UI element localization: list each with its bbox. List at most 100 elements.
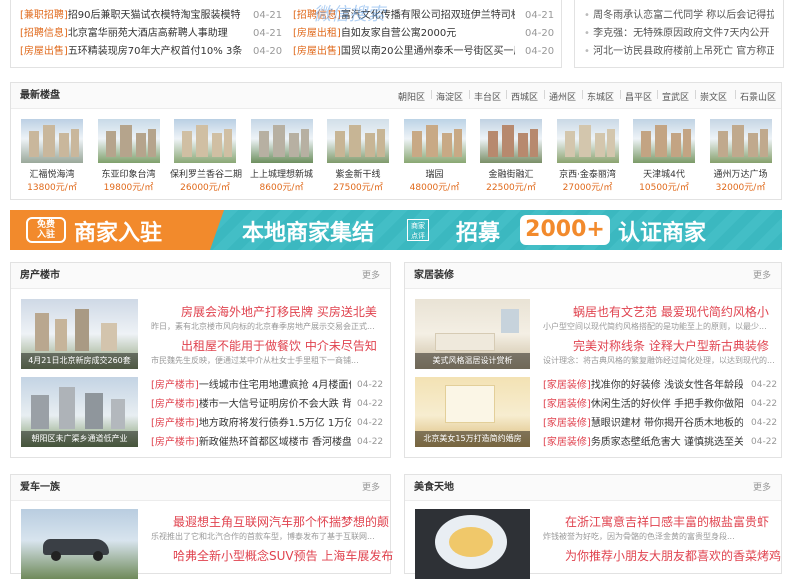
row-title: 休闲生活的好伙伴 手把手教你做阳台 xyxy=(590,399,743,410)
row-title: 一线城市住宅用地遭疯抢 4月楼面价溢 xyxy=(198,380,351,391)
watermark: 微信搜索 xyxy=(313,4,385,25)
building-shape xyxy=(441,133,452,157)
news-image[interactable]: 4月21日北京新房成交260套 xyxy=(21,299,138,369)
district-link[interactable]: 海淀区 xyxy=(436,90,463,103)
news-item[interactable]: [招聘信息]北京富华丽苑大酒店高薪聘人事助理 xyxy=(20,25,242,43)
building-shape xyxy=(182,131,192,157)
news-item[interactable]: [兼职招聘]招90后兼职天猫试衣模特淘宝服装模特 xyxy=(20,7,242,25)
hot-news-item[interactable]: • 周冬雨承认恋富二代同学 称以后会记得拉 xyxy=(584,7,774,25)
property-image[interactable] xyxy=(709,119,772,163)
seal-top: 商家 xyxy=(411,222,425,230)
row-title: 慧眼识建材 带你揭开谷质木地板的猫 xyxy=(590,418,743,429)
building-shape xyxy=(453,129,462,157)
property-image[interactable] xyxy=(480,119,542,163)
district-link[interactable]: 宣武区 xyxy=(662,90,689,103)
more-link[interactable]: 更多 xyxy=(753,475,771,501)
property-name[interactable]: 紫金新干线 xyxy=(323,167,393,180)
hot-news-item[interactable]: • 河北一访民县政府楼前上吊死亡 官方称正 xyxy=(584,43,774,61)
news-image[interactable]: 朝阳区未广渠乡通道低产业 xyxy=(21,377,138,447)
property-name[interactable]: 天津城4代 xyxy=(629,167,699,180)
district-link[interactable]: 石景山区 xyxy=(740,90,776,103)
more-link[interactable]: 更多 xyxy=(753,263,771,289)
headline-link[interactable]: 蜗居也有文艺范 最爱现代简约风格小 xyxy=(573,303,769,320)
news-date: 04-21 xyxy=(253,10,283,21)
more-link[interactable]: 更多 xyxy=(362,263,380,289)
headline-link[interactable]: 房展会海外地产打移民牌 买房送北美 xyxy=(181,303,377,320)
property-image[interactable] xyxy=(97,119,160,163)
news-image[interactable]: 北京美女15万打造简约婚房 xyxy=(415,377,530,447)
building-shape xyxy=(59,133,69,157)
building-shape xyxy=(75,309,89,351)
building-shape xyxy=(365,133,375,157)
building-shape xyxy=(655,125,667,157)
news-item[interactable]: [房屋出售]五环精装现房70年大产权首付10% 3条地铁 xyxy=(20,43,242,61)
building-shape xyxy=(411,131,422,157)
news-title: 招90后兼职天猫试衣模特淘宝服装模特 xyxy=(67,10,241,21)
building-shape xyxy=(196,125,208,157)
home-decor-panel: 家居装修 更多 美式风格温居设计赏析 北京美女15万打造简约婚房 蜗居也有文艺范 … xyxy=(404,262,782,458)
property-name[interactable]: 汇福悦海湾 xyxy=(17,167,87,180)
property-name[interactable]: 京西·金泰丽湾 xyxy=(553,167,623,180)
news-row[interactable]: [房产楼市]楼市一大信号证明房价不会大跌 背后 xyxy=(151,396,351,413)
hot-news-item[interactable]: • 李克强：无特殊原因政府文件7天内公开 xyxy=(584,25,774,43)
news-row[interactable]: [房产楼市]一线城市住宅用地遭疯抢 4月楼面价溢 xyxy=(151,377,351,394)
district-link[interactable]: 崇文区 xyxy=(700,90,727,103)
headline-link[interactable]: 哈弗全新小型概念SUV预告 上海车展发布 xyxy=(173,547,393,564)
news-item[interactable]: [房屋出租]自如友家自营公寓2000元 xyxy=(293,25,515,43)
news-row[interactable]: [房产楼市]地方政府将发行债券1.5万亿 1万亿为 xyxy=(151,415,351,432)
property-image[interactable] xyxy=(633,119,695,163)
property-name[interactable]: 通州万达广场 xyxy=(706,167,776,180)
news-image[interactable] xyxy=(415,509,530,579)
district-link[interactable]: 朝阳区 xyxy=(398,90,425,103)
property-image[interactable] xyxy=(174,119,236,163)
property-image[interactable] xyxy=(327,119,389,163)
news-image[interactable]: 美式风格温居设计赏析 xyxy=(415,299,530,369)
merchant-count: 2000+ xyxy=(520,215,610,245)
district-link[interactable]: 昌平区 xyxy=(625,90,652,103)
property-name[interactable]: 东亚印象台湾 xyxy=(94,167,164,180)
property-name[interactable]: 上上城理想新城 xyxy=(247,167,317,180)
news-row[interactable]: [房产楼市]新政催热环首都区域楼市 香河楼盘借 xyxy=(151,434,351,451)
property-image[interactable] xyxy=(556,119,619,163)
badge-bottom: 入驻 xyxy=(36,230,55,240)
row-date: 04-22 xyxy=(357,437,384,447)
headline-link[interactable]: 为你推荐小朋友大朋友都喜欢的香菜烤鸡 xyxy=(565,547,781,564)
property-image[interactable] xyxy=(250,119,313,163)
news-image[interactable] xyxy=(21,509,138,579)
district-link[interactable]: 通州区 xyxy=(549,90,576,103)
merchant-recruit-banner[interactable]: 免费 入驻 商家入驻 本地商家集结 商家 点评 招募 2000+ 认证商家 xyxy=(10,210,782,250)
district-link[interactable]: 西城区 xyxy=(511,90,538,103)
headline-link[interactable]: 出租屋不能用于做餐饮 中介未尽告知 xyxy=(181,337,377,354)
building-shape xyxy=(502,125,514,157)
separator: | xyxy=(468,90,472,100)
news-item[interactable]: [房屋出售]国贸以南20公里通州泰禾一号街区买一层送 xyxy=(293,43,515,61)
window-shape xyxy=(445,385,495,423)
property-name[interactable]: 金融街融汇 xyxy=(476,167,546,180)
headline-link[interactable]: 完美对称线条 诠释大户型新古典装修 xyxy=(573,337,769,354)
more-link[interactable]: 更多 xyxy=(362,475,380,501)
headline-link[interactable]: 最遐想主角互联网汽车那个怀揣梦想的颠 xyxy=(173,513,389,530)
property-name[interactable]: 保利罗兰香谷二期 xyxy=(170,167,242,180)
row-date: 04-22 xyxy=(357,380,384,390)
section-title: 家居装修 xyxy=(414,270,454,281)
news-row[interactable]: [家居装修]慧眼识建材 带你揭开谷质木地板的猫 xyxy=(543,415,743,432)
row-date: 04-22 xyxy=(751,437,778,447)
news-row[interactable]: [家居装修]务质家态壁纸危害大 谨慎挑选至关重 xyxy=(543,434,743,451)
separator: | xyxy=(543,90,547,100)
news-date: 04-21 xyxy=(525,10,555,21)
news-row[interactable]: [家居装修]休闲生活的好伙伴 手把手教你做阳台 xyxy=(543,396,743,413)
section-title: 爱车一族 xyxy=(20,482,60,493)
news-date: 04-21 xyxy=(253,28,283,39)
property-image[interactable] xyxy=(403,119,466,163)
district-link[interactable]: 丰台区 xyxy=(474,90,501,103)
property-image[interactable] xyxy=(21,119,83,163)
district-link[interactable]: 东城区 xyxy=(587,90,614,103)
news-row[interactable]: [家居装修]找准你的好装修 浅谈女性各年龄段的 xyxy=(543,377,743,394)
property-name[interactable]: 瑞园 xyxy=(400,167,470,180)
building-shape xyxy=(111,399,125,429)
news-title: 北京富华丽苑大酒店高薪聘人事助理 xyxy=(67,28,228,39)
building-shape xyxy=(335,131,345,157)
row-tag: [家居装修] xyxy=(543,418,591,429)
headline-link[interactable]: 在浙江寓意吉祥口感丰富的椒盐富贵虾 xyxy=(565,513,769,530)
building-shape xyxy=(55,319,67,351)
